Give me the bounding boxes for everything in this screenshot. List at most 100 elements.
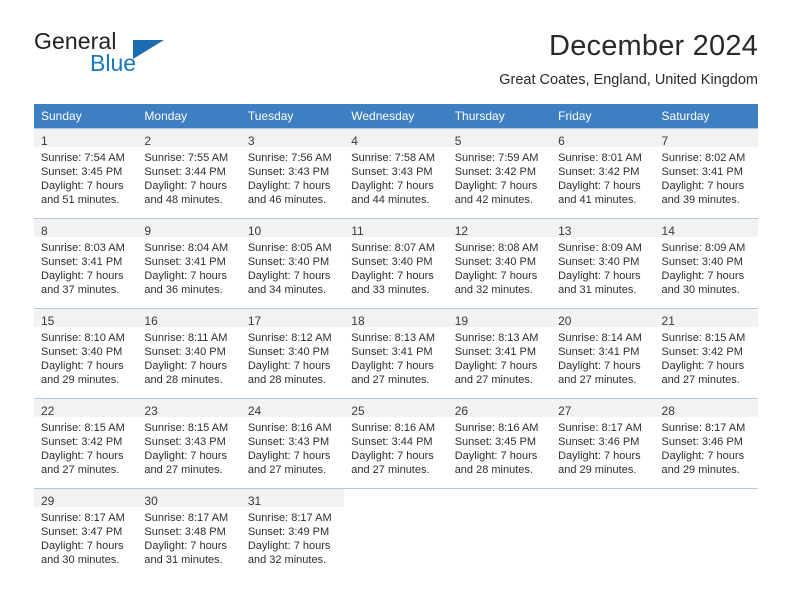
day-details: Sunrise: 8:14 AM Sunset: 3:41 PM Daylight:…: [551, 327, 654, 387]
day-number: 19: [454, 314, 469, 328]
day-number-bar: 21: [654, 308, 758, 328]
day-cell-7[interactable]: 7 Sunrise: 8:02 AM Sunset: 3:41 PM Daylight…: [654, 128, 758, 218]
sunrise-text: Sunrise: 8:13 AM: [351, 332, 436, 344]
sunrise-text: Sunrise: 8:17 AM: [661, 422, 746, 434]
day-number-bar: 10: [240, 218, 345, 238]
day-number: 4: [351, 134, 358, 148]
daylight-text-line1: Daylight: 7 hours: [144, 180, 227, 192]
title-block: December 2024 Great Coates, England, Uni…: [499, 28, 758, 90]
day-cell-19[interactable]: 19 Sunrise: 8:13 AM Sunset: 3:41 PM Dayligh…: [447, 308, 552, 398]
sunset-text: Sunset: 3:45 PM: [41, 166, 123, 178]
day-number-bar: 28: [654, 398, 758, 418]
sunset-text: Sunset: 3:41 PM: [41, 256, 123, 268]
calendar-day-cell: 2 Sunrise: 7:55 AM Sunset: 3:44 PM Daylight…: [137, 128, 241, 218]
daylight-text-line2: and 46 minutes.: [247, 194, 327, 206]
day-cell-6[interactable]: 6 Sunrise: 8:01 AM Sunset: 3:42 PM Daylight…: [551, 128, 655, 218]
calendar-day-cell: [344, 488, 448, 578]
day-cell-26[interactable]: 26 Sunrise: 8:16 AM Sunset: 3:45 PM Dayligh…: [447, 398, 552, 488]
daylight-text-line2: and 41 minutes.: [558, 194, 637, 206]
sunset-text: Sunset: 3:40 PM: [41, 346, 123, 358]
day-number-bar: 17: [240, 308, 345, 328]
sunset-text: Sunset: 3:40 PM: [661, 256, 743, 268]
calendar-body: 1 Sunrise: 7:54 AM Sunset: 3:45 PM Daylight…: [34, 128, 758, 578]
sunset-text: Sunset: 3:42 PM: [454, 166, 537, 178]
day-cell-16[interactable]: 16 Sunrise: 8:11 AM Sunset: 3:40 PM Dayligh…: [137, 308, 241, 398]
daylight-text-line2: and 36 minutes.: [144, 284, 223, 296]
day-cell-13[interactable]: 13 Sunrise: 8:09 AM Sunset: 3:40 PM Dayligh…: [551, 218, 655, 308]
weekday-header-friday: Friday: [551, 104, 655, 128]
day-cell-18[interactable]: 18 Sunrise: 8:13 AM Sunset: 3:41 PM Dayligh…: [344, 308, 448, 398]
day-cell-29[interactable]: 29 Sunrise: 8:17 AM Sunset: 3:47 PM Dayligh…: [34, 488, 138, 578]
day-cell-8[interactable]: 8 Sunrise: 8:03 AM Sunset: 3:41 PM Daylight…: [34, 218, 138, 308]
day-number: 24: [247, 404, 262, 418]
day-cell-23[interactable]: 23 Sunrise: 8:15 AM Sunset: 3:43 PM Dayligh…: [137, 398, 241, 488]
day-cell-2[interactable]: 2 Sunrise: 7:55 AM Sunset: 3:44 PM Daylight…: [137, 128, 241, 218]
day-cell-21[interactable]: 21 Sunrise: 8:15 AM Sunset: 3:42 PM Dayligh…: [654, 308, 758, 398]
sunrise-text: Sunrise: 8:03 AM: [41, 242, 125, 254]
day-cell-9[interactable]: 9 Sunrise: 8:04 AM Sunset: 3:41 PM Daylight…: [137, 218, 241, 308]
calendar-day-cell: 31 Sunrise: 8:17 AM Sunset: 3:49 PM Dayligh…: [240, 488, 345, 578]
day-cell-5[interactable]: 5 Sunrise: 7:59 AM Sunset: 3:42 PM Daylight…: [447, 128, 552, 218]
day-cell-22[interactable]: 22 Sunrise: 8:15 AM Sunset: 3:42 PM Dayligh…: [34, 398, 138, 488]
day-number: 7: [661, 134, 669, 148]
daylight-text-line2: and 30 minutes.: [41, 554, 120, 566]
day-number-bar: 20: [551, 308, 655, 328]
day-number-bar: [344, 488, 448, 507]
sunset-text: Sunset: 3:40 PM: [454, 256, 537, 268]
page-header: General Blue December 2024 Great Coates,…: [34, 28, 758, 96]
day-cell-empty: [551, 488, 655, 578]
day-number-bar: 23: [137, 398, 241, 418]
day-cell-27[interactable]: 27 Sunrise: 8:17 AM Sunset: 3:46 PM Dayligh…: [551, 398, 655, 488]
daylight-text-line1: Daylight: 7 hours: [144, 450, 227, 462]
day-cell-empty: [654, 488, 758, 578]
day-number: 9: [144, 224, 152, 238]
calendar-day-cell: 19 Sunrise: 8:13 AM Sunset: 3:41 PM Dayligh…: [447, 308, 552, 398]
day-number: 18: [351, 314, 365, 328]
day-cell-12[interactable]: 12 Sunrise: 8:08 AM Sunset: 3:40 PM Dayligh…: [447, 218, 552, 308]
day-cell-1[interactable]: 1 Sunrise: 7:54 AM Sunset: 3:45 PM Daylight…: [34, 128, 138, 218]
triangle-logo-icon: [133, 40, 164, 59]
day-cell-31[interactable]: 31 Sunrise: 8:17 AM Sunset: 3:49 PM Dayligh…: [240, 488, 345, 578]
day-details: Sunrise: 8:05 AM Sunset: 3:40 PM Daylight:…: [241, 237, 344, 297]
sunrise-text: Sunrise: 8:15 AM: [144, 422, 229, 434]
weekday-header-saturday: Saturday: [654, 104, 758, 128]
sunset-text: Sunset: 3:41 PM: [454, 346, 537, 358]
day-details: Sunrise: 8:11 AM Sunset: 3:40 PM Daylight:…: [137, 327, 240, 387]
daylight-text-line1: Daylight: 7 hours: [41, 180, 124, 192]
brand-name-blue: Blue: [90, 50, 137, 76]
day-number: 15: [41, 314, 55, 328]
calendar-day-cell: 22 Sunrise: 8:15 AM Sunset: 3:42 PM Dayligh…: [34, 398, 138, 488]
day-number-bar: 14: [654, 218, 758, 238]
day-cell-14[interactable]: 14 Sunrise: 8:09 AM Sunset: 3:40 PM Dayligh…: [654, 218, 758, 308]
day-number: 23: [144, 404, 158, 418]
sunset-text: Sunset: 3:40 PM: [144, 346, 226, 358]
calendar-day-cell: 30 Sunrise: 8:17 AM Sunset: 3:48 PM Dayligh…: [137, 488, 241, 578]
day-number-bar: 31: [240, 488, 345, 508]
daylight-text-line1: Daylight: 7 hours: [454, 180, 538, 192]
day-cell-11[interactable]: 11 Sunrise: 8:07 AM Sunset: 3:40 PM Dayligh…: [344, 218, 448, 308]
day-cell-28[interactable]: 28 Sunrise: 8:17 AM Sunset: 3:46 PM Dayligh…: [654, 398, 758, 488]
sunrise-text: Sunrise: 7:59 AM: [454, 152, 539, 164]
day-cell-20[interactable]: 20 Sunrise: 8:14 AM Sunset: 3:41 PM Dayligh…: [551, 308, 655, 398]
brand-logo[interactable]: General Blue: [34, 28, 264, 88]
calendar-week-row: 8 Sunrise: 8:03 AM Sunset: 3:41 PM Daylight…: [34, 218, 758, 308]
day-cell-17[interactable]: 17 Sunrise: 8:12 AM Sunset: 3:40 PM Dayligh…: [240, 308, 345, 398]
day-cell-10[interactable]: 10 Sunrise: 8:05 AM Sunset: 3:40 PM Dayligh…: [240, 218, 345, 308]
day-cell-4[interactable]: 4 Sunrise: 7:58 AM Sunset: 3:43 PM Daylight…: [344, 128, 448, 218]
day-cell-24[interactable]: 24 Sunrise: 8:16 AM Sunset: 3:43 PM Dayligh…: [240, 398, 345, 488]
day-cell-30[interactable]: 30 Sunrise: 8:17 AM Sunset: 3:48 PM Dayligh…: [137, 488, 241, 578]
day-cell-3[interactable]: 3 Sunrise: 7:56 AM Sunset: 3:43 PM Daylight…: [240, 128, 345, 218]
daylight-text-line1: Daylight: 7 hours: [144, 540, 227, 552]
sunrise-text: Sunrise: 8:17 AM: [144, 512, 229, 524]
daylight-text-line1: Daylight: 7 hours: [41, 450, 124, 462]
calendar-day-cell: 21 Sunrise: 8:15 AM Sunset: 3:42 PM Dayligh…: [654, 308, 758, 398]
daylight-text-line2: and 31 minutes.: [144, 554, 223, 566]
daylight-text-line2: and 30 minutes.: [661, 284, 740, 296]
day-number-bar: 29: [34, 488, 138, 508]
sunrise-text: Sunrise: 8:15 AM: [41, 422, 125, 434]
calendar-day-cell: 24 Sunrise: 8:16 AM Sunset: 3:43 PM Dayligh…: [240, 398, 345, 488]
sunset-text: Sunset: 3:41 PM: [558, 346, 640, 358]
day-cell-15[interactable]: 15 Sunrise: 8:10 AM Sunset: 3:40 PM Dayligh…: [34, 308, 138, 398]
sunset-text: Sunset: 3:40 PM: [558, 256, 640, 268]
day-cell-25[interactable]: 25 Sunrise: 8:16 AM Sunset: 3:44 PM Dayligh…: [344, 398, 448, 488]
